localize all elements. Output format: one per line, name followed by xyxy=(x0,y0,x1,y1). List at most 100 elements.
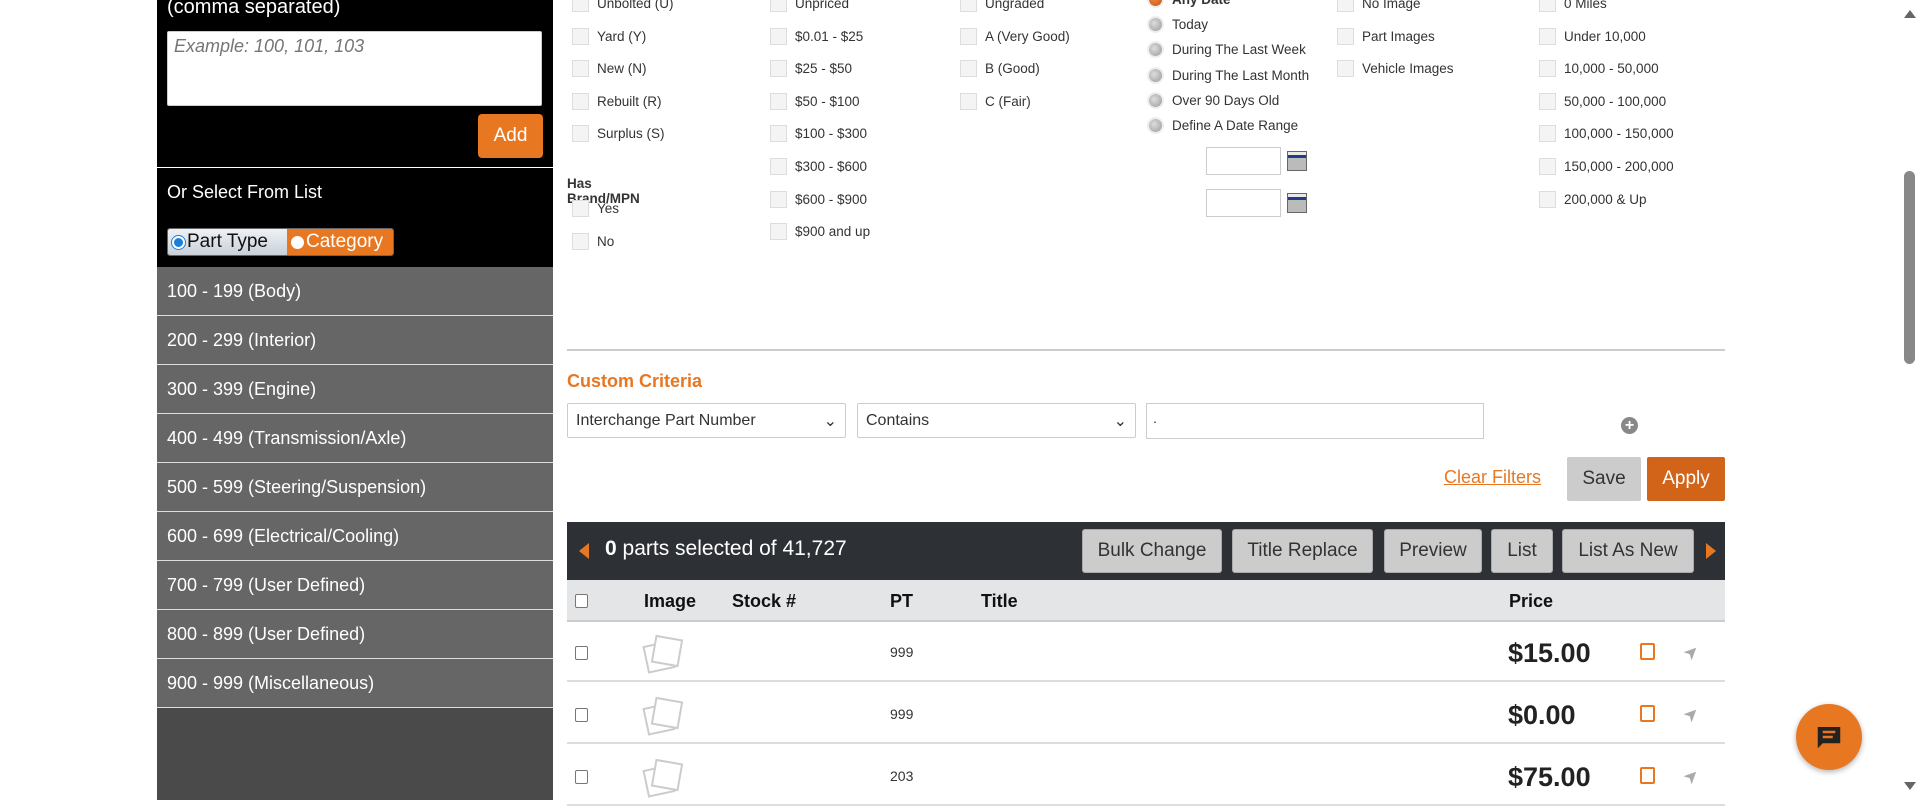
checkbox[interactable] xyxy=(572,92,589,110)
edit-icon[interactable] xyxy=(1640,705,1655,722)
checkbox[interactable] xyxy=(572,0,589,12)
checkbox[interactable] xyxy=(770,223,787,241)
filter-option-price[interactable]: $300 - $600 xyxy=(770,158,867,175)
save-button[interactable]: Save xyxy=(1567,457,1641,501)
checkbox[interactable] xyxy=(770,27,787,45)
sidebar-item[interactable]: 400 - 499 (Transmission/Axle) xyxy=(157,414,553,463)
filter-option-mileage[interactable]: 50,000 - 100,000 xyxy=(1539,92,1666,110)
checkbox[interactable] xyxy=(770,125,787,143)
clear-filters-link[interactable]: Clear Filters xyxy=(1444,467,1541,488)
scroll-right-icon[interactable] xyxy=(1706,543,1716,559)
filter-option-mileage[interactable]: 10,000 - 50,000 xyxy=(1539,60,1659,78)
apply-button[interactable]: Apply xyxy=(1647,457,1725,501)
select-all-checkbox[interactable] xyxy=(575,594,588,608)
filter-option-brand[interactable]: No xyxy=(572,233,614,250)
filter-option-date[interactable]: During The Last Month xyxy=(1149,68,1309,83)
bulk-button-1[interactable]: Title Replace xyxy=(1232,529,1373,573)
calendar-icon[interactable] xyxy=(1287,193,1307,213)
checkbox[interactable] xyxy=(770,190,787,208)
checkbox[interactable] xyxy=(572,233,589,250)
toggle-category[interactable]: Category xyxy=(287,229,393,255)
header-stock[interactable]: Stock # xyxy=(732,591,796,612)
filter-option-mileage[interactable]: 0 Miles xyxy=(1539,0,1607,12)
filter-option-grade[interactable]: A (Very Good) xyxy=(960,27,1070,45)
field-select[interactable]: Interchange Part Number ⌄ xyxy=(567,403,846,438)
sidebar-item[interactable]: 800 - 899 (User Defined) xyxy=(157,610,553,659)
bulk-button-3[interactable]: List xyxy=(1491,529,1553,573)
header-price[interactable]: Price xyxy=(1509,591,1553,612)
radio-button[interactable] xyxy=(1149,93,1162,107)
radio-button[interactable] xyxy=(1149,18,1162,32)
calendar-icon[interactable] xyxy=(1287,151,1307,171)
filter-option-price[interactable]: $0.01 - $25 xyxy=(770,27,863,45)
sidebar-item[interactable]: 900 - 999 (Miscellaneous) xyxy=(157,659,553,708)
filter-option-price[interactable]: $900 and up xyxy=(770,223,870,241)
filter-option-mileage[interactable]: 200,000 & Up xyxy=(1539,190,1647,208)
radio-button[interactable] xyxy=(1149,43,1162,57)
bulk-button-2[interactable]: Preview xyxy=(1384,529,1482,573)
checkbox[interactable] xyxy=(1539,0,1556,12)
date-input[interactable] xyxy=(1206,189,1281,217)
checkbox[interactable] xyxy=(572,200,589,217)
checkbox[interactable] xyxy=(1539,92,1556,110)
part-type-input[interactable] xyxy=(167,31,542,106)
filter-option-date[interactable]: Define A Date Range xyxy=(1149,118,1298,133)
filter-option-condition[interactable]: New (N) xyxy=(572,60,647,78)
filter-option-mileage[interactable]: Under 10,000 xyxy=(1539,27,1646,45)
sidebar-item[interactable]: 600 - 699 (Electrical/Cooling) xyxy=(157,512,553,561)
checkbox[interactable] xyxy=(572,60,589,78)
add-button[interactable]: Add xyxy=(478,114,543,158)
sidebar-item[interactable]: 500 - 599 (Steering/Suspension) xyxy=(157,463,553,512)
edit-icon[interactable] xyxy=(1640,643,1655,660)
filter-option-condition[interactable]: Rebuilt (R) xyxy=(572,92,662,110)
toggle-part-type[interactable]: Part Type xyxy=(168,229,287,255)
scroll-up-icon[interactable] xyxy=(1904,10,1916,18)
checkbox[interactable] xyxy=(1539,60,1556,78)
checkbox[interactable] xyxy=(1337,0,1354,12)
filter-option-date[interactable]: Any Date xyxy=(1149,0,1231,7)
filter-option-grade[interactable]: B (Good) xyxy=(960,60,1040,78)
sidebar-item[interactable]: 700 - 799 (User Defined) xyxy=(157,561,553,610)
radio-button[interactable] xyxy=(1149,68,1162,82)
filter-option-date[interactable]: Today xyxy=(1149,17,1208,32)
operator-select[interactable]: Contains ⌄ xyxy=(857,403,1136,438)
row-checkbox[interactable] xyxy=(575,770,588,784)
filter-option-images[interactable]: Vehicle Images xyxy=(1337,60,1454,78)
row-checkbox[interactable] xyxy=(575,646,588,660)
scroll-left-icon[interactable] xyxy=(579,543,589,559)
checkbox[interactable] xyxy=(770,158,787,175)
checkbox[interactable] xyxy=(1539,27,1556,45)
edit-icon[interactable] xyxy=(1640,767,1655,784)
sidebar-item[interactable]: 200 - 299 (Interior) xyxy=(157,316,553,365)
filter-option-mileage[interactable]: 100,000 - 150,000 xyxy=(1539,125,1674,143)
filter-option-mileage[interactable]: 150,000 - 200,000 xyxy=(1539,158,1674,175)
add-criteria-icon[interactable]: + xyxy=(1621,417,1638,434)
filter-option-brand[interactable]: Yes xyxy=(572,200,619,217)
header-title[interactable]: Title xyxy=(981,591,1018,612)
checkbox[interactable] xyxy=(770,60,787,78)
bulk-button-0[interactable]: Bulk Change xyxy=(1082,529,1222,573)
header-pt[interactable]: PT xyxy=(890,591,913,612)
row-checkbox[interactable] xyxy=(575,708,588,722)
scroll-down-icon[interactable] xyxy=(1904,782,1916,790)
filter-option-grade[interactable]: C (Fair) xyxy=(960,92,1031,110)
image-placeholder-icon[interactable] xyxy=(642,632,686,676)
checkbox[interactable] xyxy=(960,92,977,110)
checkbox[interactable] xyxy=(960,60,977,78)
checkbox[interactable] xyxy=(572,125,589,143)
checkbox[interactable] xyxy=(1337,60,1354,78)
radio-button[interactable] xyxy=(1149,0,1162,6)
send-icon[interactable]: ➤ xyxy=(1679,764,1705,790)
send-icon[interactable]: ➤ xyxy=(1679,702,1705,728)
chat-button[interactable] xyxy=(1796,704,1862,770)
image-placeholder-icon[interactable] xyxy=(642,694,686,738)
filter-option-images[interactable]: No Image xyxy=(1337,0,1421,12)
filter-option-price[interactable]: $100 - $300 xyxy=(770,125,867,143)
page-scrollbar[interactable] xyxy=(1901,0,1918,800)
sidebar-item[interactable]: 100 - 199 (Body) xyxy=(157,267,553,316)
criteria-value-input[interactable]: . xyxy=(1146,403,1484,439)
filter-option-condition[interactable]: Unbolted (U) xyxy=(572,0,674,12)
scrollbar-thumb[interactable] xyxy=(1904,171,1915,364)
checkbox[interactable] xyxy=(1539,190,1556,208)
checkbox[interactable] xyxy=(572,27,589,45)
